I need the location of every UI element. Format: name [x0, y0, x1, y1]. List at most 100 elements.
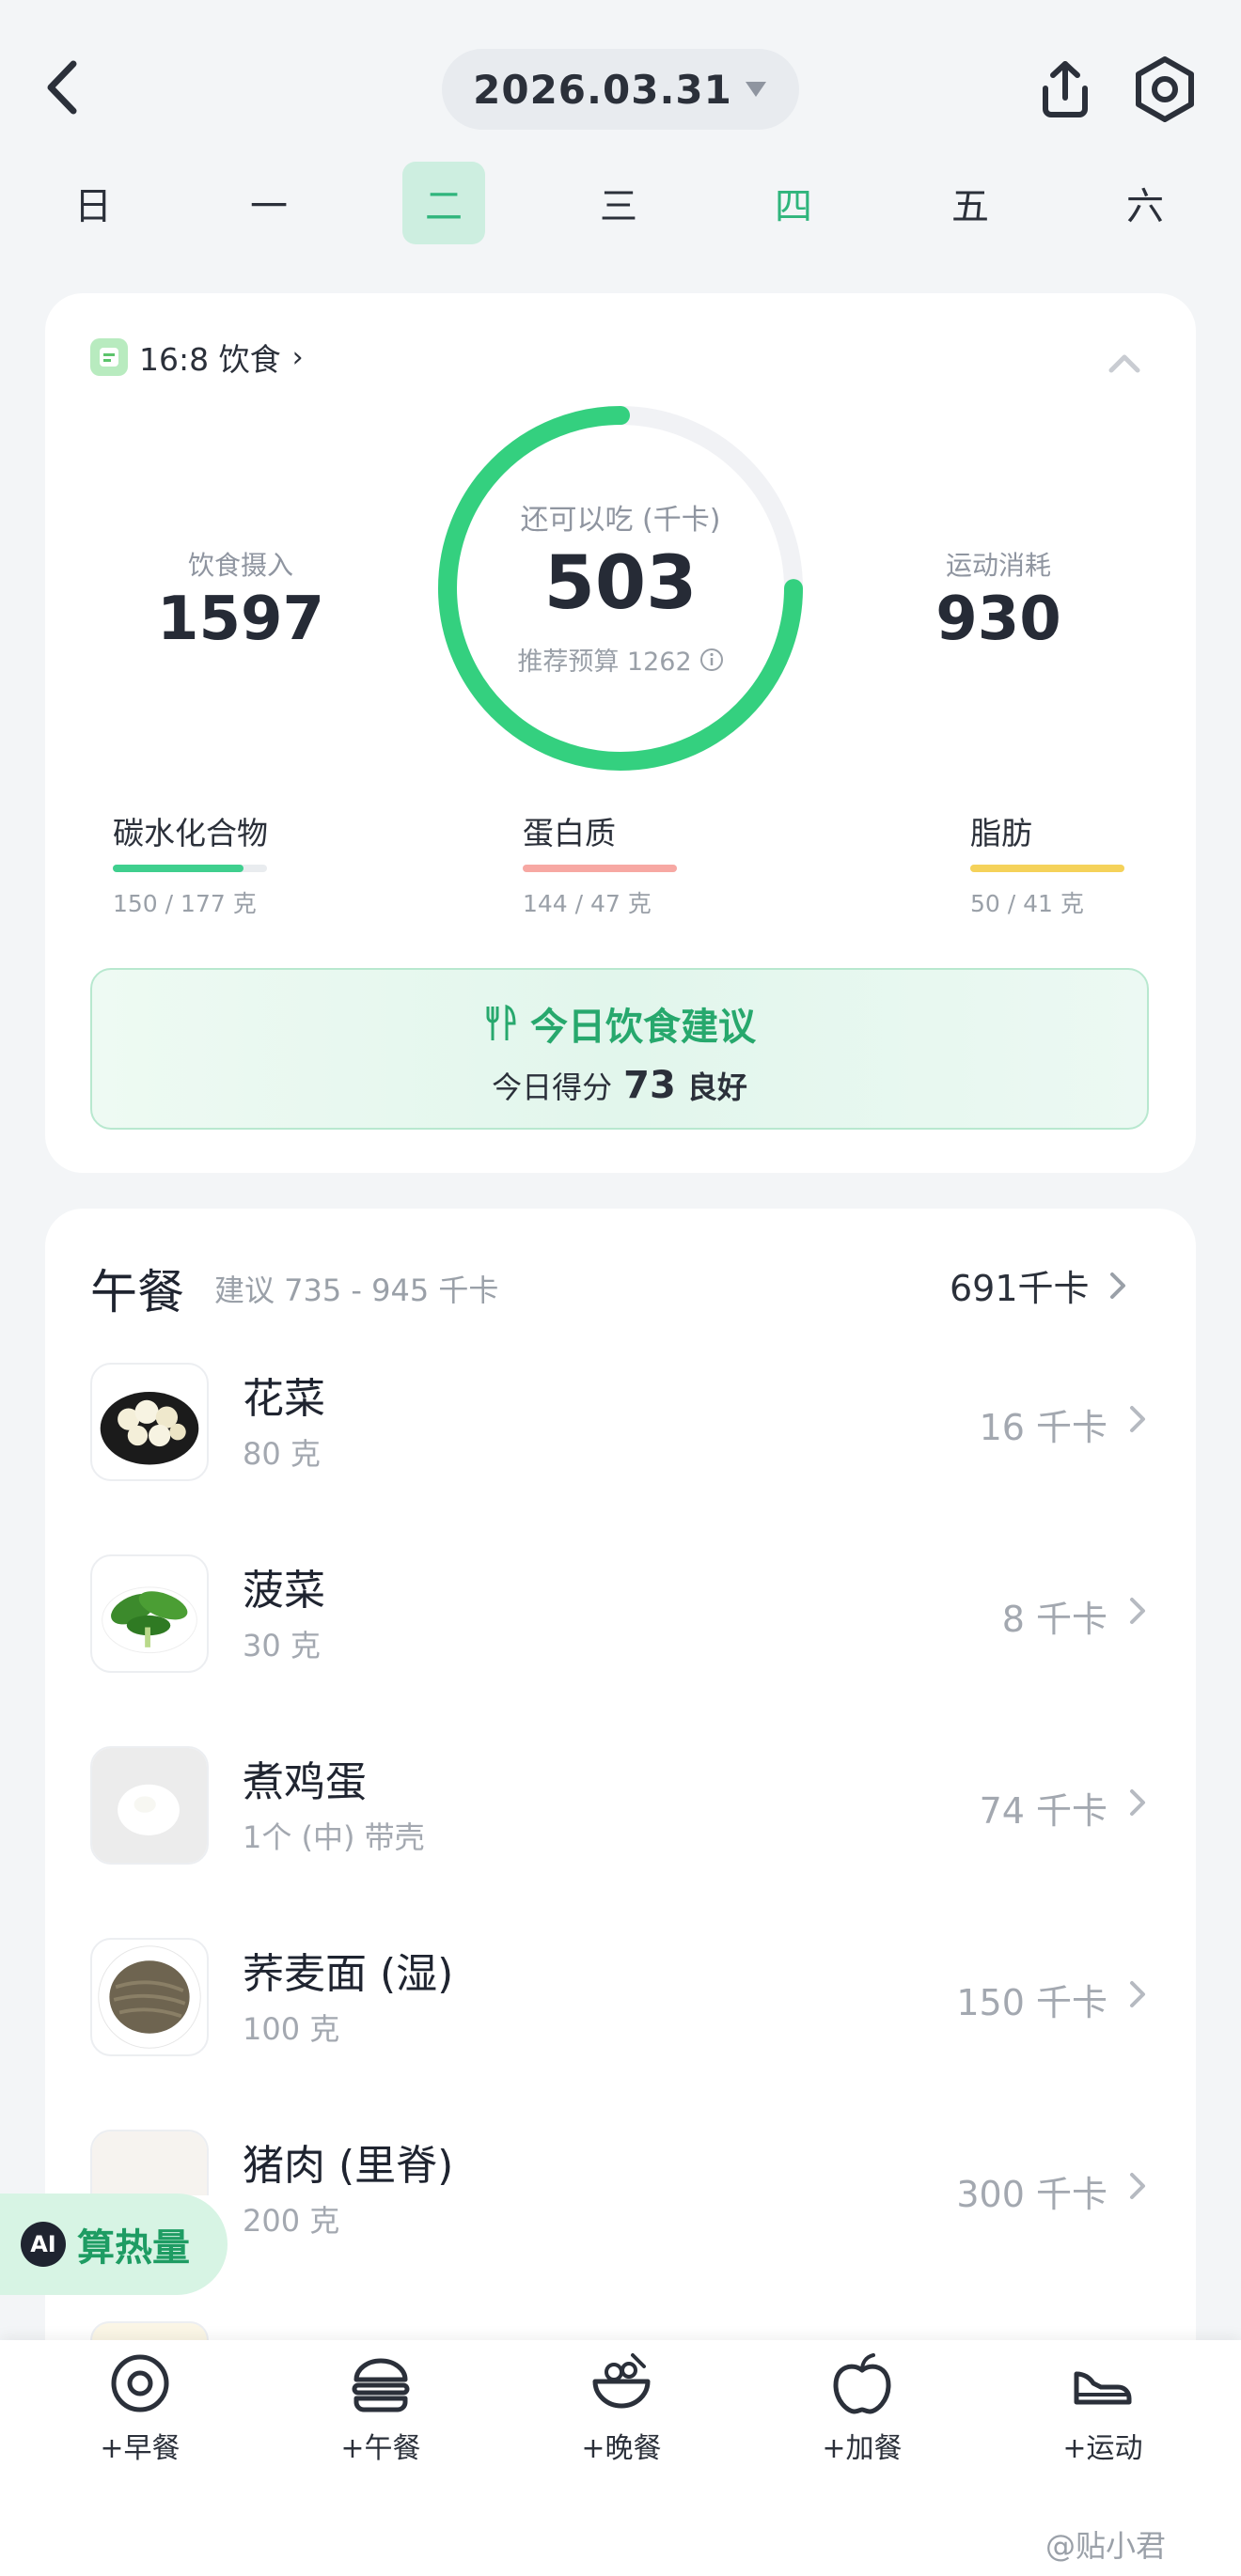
macro-1: 蛋白质 144 / 47 克 — [523, 808, 677, 919]
add-tab-2[interactable]: +晚餐 — [527, 2350, 715, 2490]
chevron-right-icon — [1130, 1981, 1145, 2007]
food-thumb-partial — [90, 2321, 209, 2340]
food-amount: 30 克 — [243, 1628, 321, 1663]
weekday-5[interactable]: 五 — [929, 162, 1012, 244]
weekday-4[interactable]: 四 — [752, 162, 835, 244]
food-amount: 100 克 — [243, 2011, 340, 2047]
ring-center: 还可以吃 (千卡) 503 推荐预算 1262 — [434, 402, 807, 774]
diet-advice-card[interactable]: 今日饮食建议 今日得分 73 良好 — [90, 968, 1149, 1130]
macro-value: 144 / 47 克 — [523, 890, 652, 917]
caret-down-icon — [745, 82, 766, 97]
weekday-3[interactable]: 三 — [577, 162, 660, 244]
chevron-up-icon[interactable] — [1102, 344, 1147, 382]
weekday-0[interactable]: 日 — [52, 162, 134, 244]
advice-score-row: 今日得分 73 良好 — [92, 1064, 1147, 1107]
ai-calorie-button[interactable]: AI 算热量 — [0, 2194, 228, 2295]
food-row[interactable]: 煮鸡蛋 1个 (中) 带壳 74 千卡 — [90, 1746, 1149, 1868]
apple-icon — [768, 2350, 956, 2417]
food-row[interactable]: 花菜 80 克 16 千卡 — [90, 1363, 1149, 1485]
macro-2: 脂肪 50 / 41 克 — [970, 808, 1124, 919]
weekday-2[interactable]: 二 — [402, 162, 485, 244]
meal-total: 691千卡 — [950, 1268, 1090, 1309]
budget-label: 推荐预算 1262 — [517, 648, 692, 677]
ai-icon: AI — [21, 2222, 66, 2267]
food-row[interactable]: 菠菜 30 克 8 千卡 — [90, 1554, 1149, 1677]
food-name: 荞麦面 (湿) — [243, 1950, 454, 1998]
macro-name: 碳水化合物 — [113, 815, 268, 851]
chevron-right-icon — [1130, 2173, 1145, 2199]
advice-title: 今日饮食建议 — [530, 1006, 756, 1049]
tab-label: +加餐 — [822, 2432, 903, 2465]
exercise-value: 930 — [935, 585, 1061, 654]
exercise-label: 运动消耗 — [945, 550, 1051, 581]
food-name: 花菜 — [243, 1375, 325, 1423]
macro-value: 150 / 177 克 — [113, 890, 257, 917]
chevron-right-icon: › — [291, 340, 304, 374]
bowl-icon — [527, 2350, 715, 2417]
intake-value: 1597 — [156, 585, 325, 654]
food-amount: 80 克 — [243, 1436, 321, 1472]
macro-track — [113, 865, 267, 872]
boiled-egg-image — [90, 1746, 209, 1865]
remaining-label: 还可以吃 (千卡) — [520, 504, 721, 537]
budget-row: 推荐预算 1262 — [434, 641, 807, 678]
intake-label: 饮食摄入 — [187, 550, 293, 581]
chevron-right-icon — [1130, 1598, 1145, 1624]
tab-label: +运动 — [1062, 2432, 1143, 2465]
add-tab-1[interactable]: +午餐 — [287, 2350, 475, 2490]
weekday-1[interactable]: 一 — [228, 162, 310, 244]
chevron-right-icon — [1109, 1272, 1125, 1299]
food-row[interactable]: 猪肉 (里脊) 200 克 300 千卡 — [90, 2130, 1149, 2252]
meal-title: 午餐 — [90, 1265, 184, 1319]
pork-image — [90, 2130, 209, 2195]
sneaker-icon — [1009, 2350, 1197, 2417]
gear-icon[interactable] — [1130, 55, 1200, 124]
meal-suggest: 建议 735 - 945 千卡 — [214, 1272, 499, 1308]
fork-knife-icon — [486, 1004, 516, 1040]
chevron-right-icon — [1130, 1406, 1145, 1432]
food-row[interactable]: 荞麦面 (湿) 100 克 150 千卡 — [90, 1938, 1149, 2060]
watermark: @贴小君 — [1045, 2528, 1167, 2564]
score-grade: 良好 — [686, 1069, 747, 1105]
macro-track — [970, 865, 1124, 872]
macro-name: 蛋白质 — [523, 815, 616, 851]
date-text: 2026.03.31 — [473, 66, 732, 113]
egg-icon — [46, 2350, 234, 2417]
tab-label: +午餐 — [340, 2432, 421, 2465]
food-kcal: 150 千卡 — [956, 1982, 1107, 2023]
info-icon[interactable] — [699, 648, 724, 672]
diet-plan-link[interactable]: 16:8 饮食 › — [90, 334, 304, 381]
plan-badge-icon — [90, 338, 128, 376]
macro-name: 脂肪 — [970, 815, 1032, 851]
add-tab-4[interactable]: +运动 — [1009, 2350, 1197, 2490]
date-selector[interactable]: 2026.03.31 — [442, 49, 799, 130]
tab-label: +晚餐 — [581, 2432, 662, 2465]
weekday-6[interactable]: 六 — [1104, 162, 1186, 244]
food-kcal: 74 千卡 — [979, 1790, 1107, 1832]
remaining-value: 503 — [543, 541, 698, 626]
food-name: 煮鸡蛋 — [243, 1758, 367, 1806]
food-amount: 1个 (中) 带壳 — [243, 1819, 425, 1855]
buckwheat-noodles-image — [90, 1938, 209, 2056]
add-tab-0[interactable]: +早餐 — [46, 2350, 234, 2490]
macro-track — [523, 865, 677, 872]
chevron-right-icon — [1130, 1789, 1145, 1816]
macro-fill — [970, 865, 1124, 872]
macro-fill — [113, 865, 244, 872]
food-kcal: 16 千卡 — [979, 1407, 1107, 1448]
advice-title-row: 今日饮食建议 — [92, 996, 1147, 1051]
tab-label: +早餐 — [100, 2432, 181, 2465]
food-name: 猪肉 (里脊) — [243, 2142, 454, 2190]
cauliflower-image — [90, 1363, 209, 1481]
macro-0: 碳水化合物 150 / 177 克 — [113, 808, 268, 919]
ai-label: 算热量 — [77, 2226, 190, 2270]
macro-fill — [523, 865, 677, 872]
share-upload-icon[interactable] — [1032, 56, 1098, 122]
food-amount: 200 克 — [243, 2203, 340, 2239]
back-chevron-icon[interactable] — [36, 55, 92, 120]
plan-label: 16:8 饮食 — [139, 341, 281, 378]
meal-total-link[interactable]: 691千卡 — [950, 1259, 1129, 1311]
spinach-image — [90, 1554, 209, 1673]
add-tab-3[interactable]: +加餐 — [768, 2350, 956, 2490]
food-name: 菠菜 — [243, 1567, 325, 1615]
